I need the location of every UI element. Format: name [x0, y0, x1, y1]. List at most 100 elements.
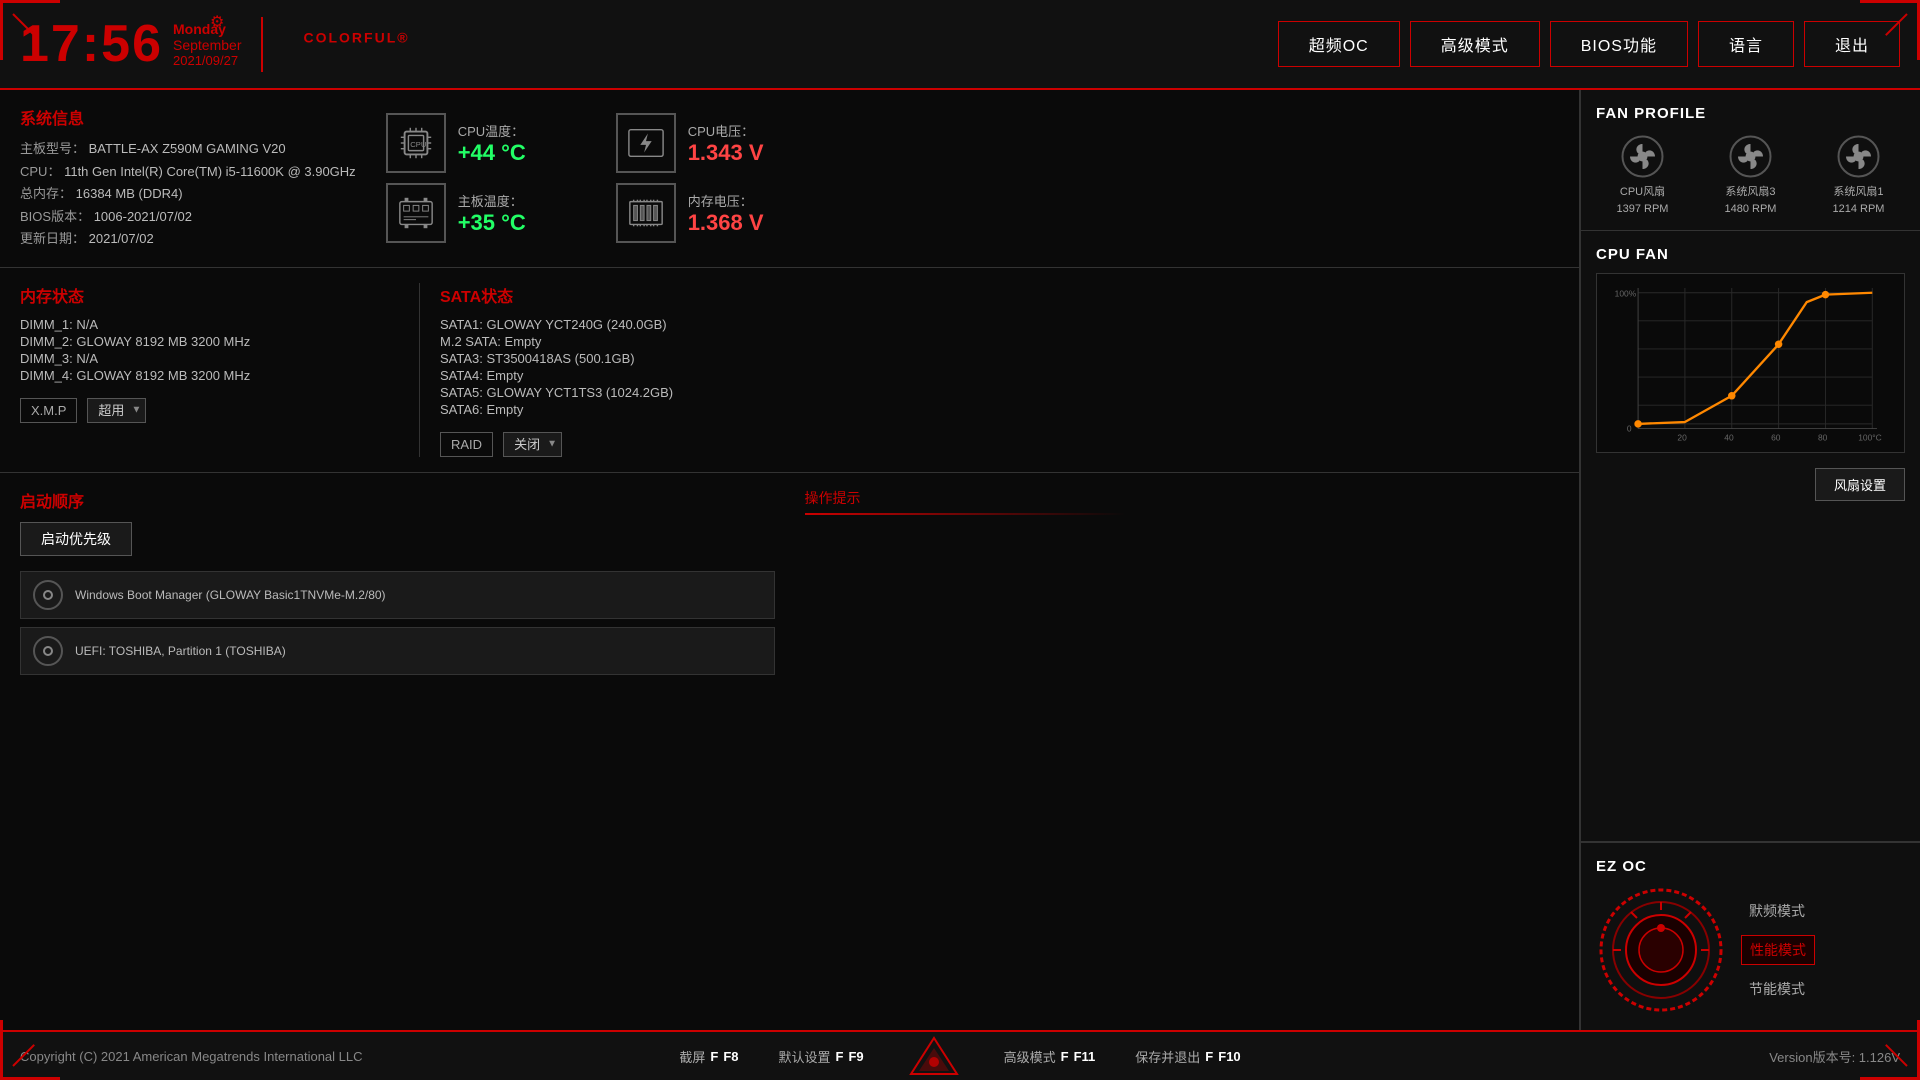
oc-option-performance[interactable]: 性能模式	[1741, 935, 1815, 965]
footer-version: Version版本号: 1.126V	[1524, 1047, 1900, 1066]
svg-text:40: 40	[1724, 433, 1734, 443]
raid-select-wrapper[interactable]: 关闭 开启	[503, 432, 562, 457]
right-panel: FAN PROFILE CPU风扇 1397 RPM	[1580, 90, 1920, 1030]
cpu-temp-values: CPU温度： +44 °C	[458, 121, 526, 166]
nav-btn-language[interactable]: 语言	[1698, 21, 1794, 67]
raid-select[interactable]: 关闭 开启	[503, 432, 562, 457]
dimm2: DIMM_2: GLOWAY 8192 MB 3200 MHz	[20, 334, 399, 349]
ez-oc-options: 默频模式 性能模式 节能模式	[1741, 897, 1815, 1003]
center-logo	[904, 1036, 964, 1076]
boot-item-1[interactable]: Windows Boot Manager (GLOWAY Basic1TNVMe…	[20, 571, 775, 619]
nav-btn-oc[interactable]: 超频OC	[1278, 21, 1400, 67]
boot-order-title: 启动顺序	[20, 488, 775, 512]
ez-oc-dial[interactable]	[1596, 885, 1726, 1015]
fan-items: CPU风扇 1397 RPM 系统风扇3	[1596, 134, 1905, 215]
ez-oc-section: EZ OC	[1581, 842, 1920, 1030]
memory-title: 内存状态	[20, 283, 399, 307]
board-temp-card: 主板温度： +35 °C	[386, 183, 586, 243]
boot-disk-inner-2	[43, 646, 53, 656]
sys1-fan-icon	[1836, 134, 1881, 179]
mem-voltage-label: 内存电压：	[688, 191, 764, 210]
boot-item-2[interactable]: UEFI: TOSHIBA, Partition 1 (TOSHIBA)	[20, 627, 775, 675]
corner-decoration-bl	[0, 1020, 60, 1080]
cpu-voltage-icon	[616, 113, 676, 173]
sys3-fan-icon	[1728, 134, 1773, 179]
sys-info-board: 主板型号： BATTLE-AX Z590M GAMING V20	[20, 139, 356, 159]
boot-priority-btn[interactable]: 启动优先级	[20, 522, 132, 556]
month-display: September	[173, 37, 241, 53]
f11-label: 高级模式	[1004, 1047, 1056, 1066]
hint-line	[805, 513, 1125, 515]
f10-key: F	[1205, 1049, 1213, 1064]
svg-text:100%: 100%	[1615, 288, 1637, 298]
dimm4: DIMM_4: GLOWAY 8192 MB 3200 MHz	[20, 368, 399, 383]
fan-settings-btn[interactable]: 风扇设置	[1815, 468, 1905, 501]
f8-key: F	[710, 1049, 718, 1064]
nav-btn-advanced[interactable]: 高级模式	[1410, 21, 1540, 67]
oc-option-default[interactable]: 默频模式	[1741, 897, 1815, 925]
fan-sys1-rpm: 1214 RPM	[1833, 203, 1885, 215]
cpu-fan-title: CPU FAN	[1596, 246, 1905, 263]
nav-btn-bios[interactable]: BIOS功能	[1550, 21, 1688, 67]
shortcut-f9: 默认设置 FF9	[778, 1036, 863, 1076]
sata6: SATA6: Empty	[440, 402, 1559, 417]
f9-key: F	[836, 1049, 844, 1064]
sensor-row-2: 主板温度： +35 °C	[386, 183, 1549, 243]
header-divider	[261, 17, 263, 72]
footer: Copyright (C) 2021 American Megatrends I…	[0, 1030, 1920, 1080]
shortcut-f8: 截屏 FF8	[679, 1036, 738, 1076]
fan-sys3-name: 系统风扇3	[1725, 183, 1775, 199]
system-info-text: 系统信息 主板型号： BATTLE-AX Z590M GAMING V20 CP…	[20, 105, 356, 252]
nav-buttons: 超频OC 高级模式 BIOS功能 语言 退出	[1278, 21, 1900, 67]
fan-sys3-rpm: 1480 RPM	[1725, 203, 1777, 215]
sensor-row-1: CPU CPU温度： +44 °C	[386, 113, 1549, 173]
fan-item-sys3: 系统风扇3 1480 RPM	[1725, 134, 1777, 215]
boot-item-2-text: UEFI: TOSHIBA, Partition 1 (TOSHIBA)	[75, 644, 286, 658]
xmp-select-wrapper[interactable]: 超用 关闭 开启	[87, 398, 146, 423]
corner-decoration-br	[1860, 1020, 1920, 1080]
f8-label: 截屏	[679, 1047, 705, 1066]
boot-order: 启动顺序 启动优先级 Windows Boot Manager (GLOWAY …	[20, 488, 775, 683]
system-info-section: 系统信息 主板型号： BATTLE-AX Z590M GAMING V20 CP…	[0, 90, 1579, 268]
oc-option-eco[interactable]: 节能模式	[1741, 975, 1815, 1003]
boot-item-1-text: Windows Boot Manager (GLOWAY Basic1TNVMe…	[75, 588, 386, 602]
dimm1: DIMM_1: N/A	[20, 317, 399, 332]
fan-profile-title: FAN PROFILE	[1596, 105, 1905, 122]
cpu-temp-label: CPU温度：	[458, 121, 526, 140]
f9-label: 默认设置	[778, 1047, 830, 1066]
left-panel: 系统信息 主板型号： BATTLE-AX Z590M GAMING V20 CP…	[0, 90, 1580, 1030]
date-display: 2021/09/27	[173, 53, 238, 68]
memory-sata-section: 内存状态 DIMM_1: N/A DIMM_2: GLOWAY 8192 MB …	[0, 268, 1579, 473]
sata-title: SATA状态	[440, 283, 1559, 307]
cpu-temp-card: CPU CPU温度： +44 °C	[386, 113, 586, 173]
header: 17:56 ⚙ Monday September 2021/09/27 COLO…	[0, 0, 1920, 90]
board-temp-values: 主板温度： +35 °C	[458, 191, 526, 236]
shortcut-f10: 保存并退出 FF10	[1135, 1036, 1240, 1076]
mem-voltage-value: 1.368 V	[688, 210, 764, 236]
hint-title: 操作提示	[805, 488, 1560, 508]
dimm3: DIMM_3: N/A	[20, 351, 399, 366]
operation-hint: 操作提示	[805, 488, 1560, 683]
board-temp-label: 主板温度：	[458, 191, 526, 210]
sys-info-title: 系统信息	[20, 105, 356, 129]
cpu-voltage-card: CPU电压： 1.343 V	[616, 113, 816, 173]
xmp-label: X.M.P	[20, 398, 77, 423]
mem-voltage-card: 内存电压： 1.368 V	[616, 183, 816, 243]
boot-disk-icon-2	[33, 636, 63, 666]
svg-text:0: 0	[1627, 423, 1632, 433]
main-container: 系统信息 主板型号： BATTLE-AX Z590M GAMING V20 CP…	[0, 90, 1920, 1030]
f10-label: 保存并退出	[1135, 1047, 1200, 1066]
fan-profile-section: FAN PROFILE CPU风扇 1397 RPM	[1581, 90, 1920, 231]
fan-cpu-name: CPU风扇	[1620, 183, 1665, 199]
ez-oc-content: 默频模式 性能模式 节能模式	[1596, 885, 1905, 1015]
xmp-select[interactable]: 超用 关闭 开启	[87, 398, 146, 423]
sys-info-bios: BIOS版本： 1006-2021/07/02	[20, 207, 356, 227]
cpu-voltage-label: CPU电压：	[688, 121, 764, 140]
cpu-voltage-value: 1.343 V	[688, 140, 764, 166]
sys-info-ram: 总内存： 16384 MB (DDR4)	[20, 184, 356, 204]
svg-text:100°C: 100°C	[1858, 433, 1882, 443]
f11-key: F	[1061, 1049, 1069, 1064]
svg-text:CPU: CPU	[410, 140, 426, 149]
boot-disk-icon-1	[33, 580, 63, 610]
fan-item-cpu: CPU风扇 1397 RPM	[1617, 134, 1669, 215]
